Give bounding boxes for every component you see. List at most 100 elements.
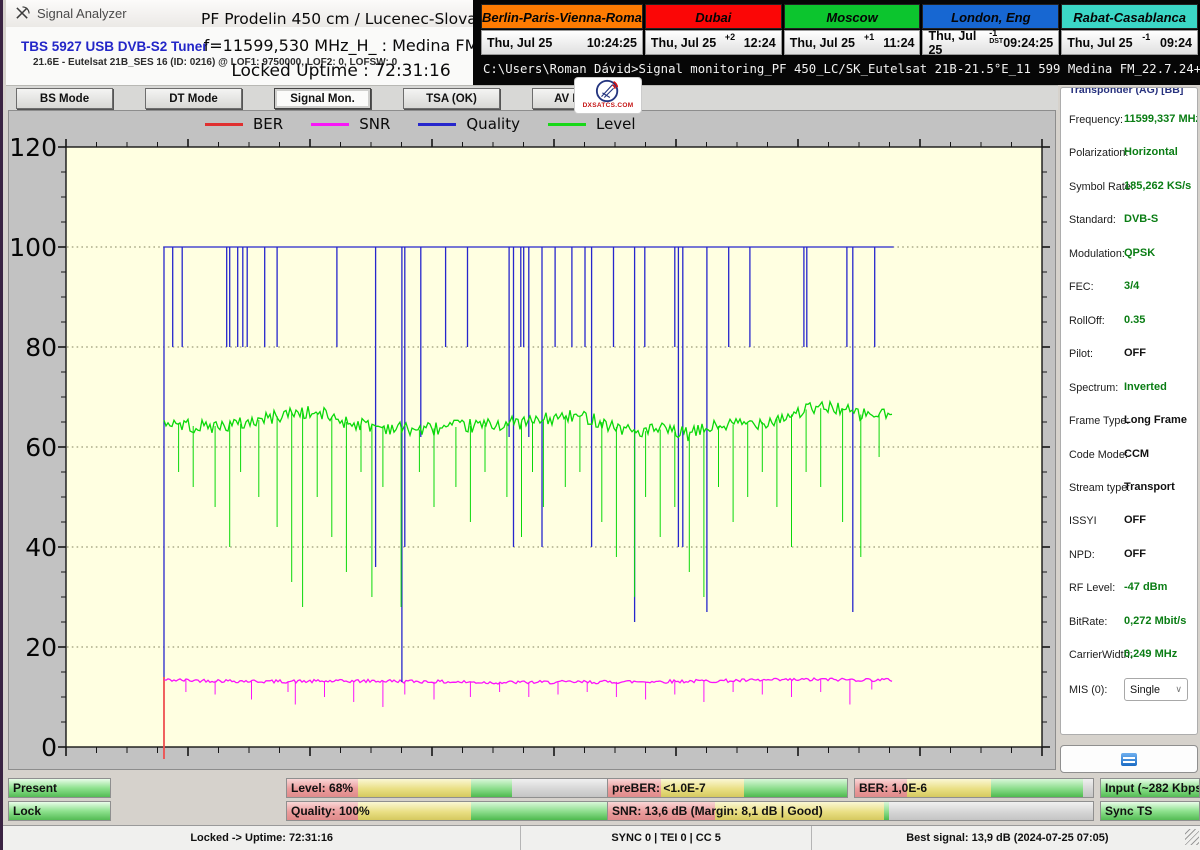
sidebar-row-label: NPD: [1069,548,1095,561]
clock-date: Thu, Jul 25 [1067,35,1133,50]
sidebar-row: Standard: DVB-S [1061,206,1197,239]
sidebar-row: BitRate: 0,272 Mbit/s [1061,608,1197,641]
gauge-segment-green [470,802,609,820]
clock-city-label: London, Eng [922,4,1060,29]
gauge-segment-empty [889,802,1093,820]
sidebar-row: Polarization: Horizontal [1061,139,1197,172]
sidebar-row-value: OFF [1124,347,1146,360]
footer-sync-counters: SYNC 0 | TEI 0 | CC 5 [521,826,812,850]
clock-utc-offset: +2 [724,32,736,42]
satellite-dish-logo-icon [595,79,619,103]
gauge-segment-yellow [357,779,471,797]
sidebar-row-label: Pilot: [1069,348,1094,361]
signal-analyzer-window: Signal Analyzer TBS 5927 USB DVB-S2 Tune… [0,0,1200,850]
locked-uptime-title: Locked Uptime : 72:31:16 [231,61,451,81]
mis-select[interactable]: Single ∨ [1124,678,1188,701]
clock-column: Berlin-Paris-Vienna-Roma Thu, Jul 25 10:24… [481,4,645,56]
clock-column: Moscow Thu, Jul 25 +1 11:24 [783,4,923,56]
legend-line-swatch [547,122,586,126]
stream-list-icon [1121,752,1137,766]
legend-item: Quality [418,115,520,133]
legend-label: Level [595,115,636,133]
gauge-segment-yellow [357,802,471,820]
svg-text:60: 60 [25,433,57,462]
mis-label: MIS (0): [1069,684,1108,696]
resize-grip[interactable] [1185,829,1199,845]
gauge-segment-green [470,779,513,797]
transponder-panel-header: Transponder (AG) [BB] [1069,87,1184,96]
clock-time: 12:24 [743,35,776,50]
tab-signal-mon-[interactable]: Signal Mon. [274,88,371,109]
status-bar-label: Quality: 100% [291,804,370,818]
sidebar-row-label: Standard: [1069,214,1116,227]
sidebar-row-value: OFF [1124,547,1146,560]
clock-utc-offset: +1 [863,32,875,42]
footer-best-signal: Best signal: 13,9 dB (2024-07-25 07:05) [906,832,1109,844]
sync-ts-indicator: Sync TS [1100,801,1200,821]
clock-time-row: Thu, Jul 25 10:24:25 [481,30,643,55]
clock-city-label: Moscow [783,4,921,29]
signal-history-chart: 0 20 40 60 80 100 120 [9,137,1050,762]
tab-bs-mode[interactable]: BS Mode [16,88,113,109]
sidebar-row-label: Spectrum: [1069,381,1119,394]
app-antenna-icon [16,6,30,19]
sidebar-row-label: RF Level: [1069,582,1116,595]
dxsatcs-logo: DXSATCS.COM [575,78,641,113]
sidebar-row: Modulation: QPSK [1061,240,1197,273]
sidebar-row-value: Inverted [1124,380,1167,393]
sidebar-row: RollOff: 0.35 [1061,307,1197,340]
clock-time: 09:24 [1160,35,1193,50]
sidebar-row-label: ISSYI [1069,515,1097,528]
quality-bar: Quality: 100% [286,801,610,821]
sidebar-row-label: Frequency: [1069,114,1124,126]
svg-text:120: 120 [9,137,57,162]
legend-line-swatch [311,122,350,126]
world-clock-panel: Berlin-Paris-Vienna-Roma Thu, Jul 25 10:24… [481,4,1200,57]
sidebar-row: Frame Type: Long Frame [1061,407,1197,440]
sidebar-row-label: Code Mode: [1069,448,1128,461]
clock-time: 10:24:25 [586,35,637,50]
clock-utc-offset: -1 DST [989,27,1004,45]
clock-date: Thu, Jul 25 [789,35,855,50]
sidebar-row-label: BitRate: [1069,615,1108,628]
sidebar-row-value: 11599,337 MHz [1124,113,1198,125]
status-bar-label: Lock [13,804,42,818]
sidebar-row-value: 185,262 KS/s [1124,179,1192,192]
sidebar-row-value: -47 dBm [1124,581,1168,594]
svg-text:40: 40 [25,533,57,562]
sidebar-row: NPD: OFF [1061,541,1197,574]
tab-dt-mode[interactable]: DT Mode [145,88,242,109]
sidebar-row-value: 0.35 [1124,313,1146,326]
stream-list-button[interactable] [1060,745,1198,773]
sidebar-row-label: Polarization: [1069,147,1129,160]
mis-row: MIS (0): Single ∨ [1061,676,1197,709]
gauge-segment-empty [512,779,609,797]
sidebar-row-value: 3/4 [1124,280,1140,293]
sidebar-row: Spectrum: Inverted [1061,374,1197,407]
svg-text:80: 80 [25,333,57,362]
clock-date: Thu, Jul 25 [928,28,977,57]
clock-time-row: Thu, Jul 25 +1 11:24 [783,30,921,55]
input-rate-indicator: Input (~282 Kbps) [1100,778,1200,798]
chevron-down-icon: ∨ [1175,684,1182,694]
sidebar-row-value: OFF [1124,514,1146,527]
ber-bar: BER: 1,0E-6 [854,778,1094,798]
sidebar-row-label: Stream type: [1069,481,1131,494]
sidebar-row: CarrierWidth: 0,249 MHz [1061,641,1197,674]
sidebar-row-value: DVB-S [1124,213,1159,226]
sidebar-row-value: Transport [1124,480,1175,493]
sidebar-row-label: Modulation: [1069,247,1125,260]
tab-tsa-ok-[interactable]: TSA (OK) [403,88,500,109]
status-bar-label: Sync TS [1105,804,1153,818]
sidebar-row: FEC: 3/4 [1061,273,1197,306]
sidebar-row: Frequency: 11599,337 MHz [1061,106,1197,139]
sidebar-row: ISSYI OFF [1061,507,1197,540]
legend-line-swatch [418,122,457,126]
lock-indicator: Lock [8,801,111,821]
legend-line-swatch [205,122,243,126]
sidebar-row: Pilot: OFF [1061,340,1197,373]
mis-selected-value: Single [1130,683,1161,696]
window-title: Signal Analyzer [37,6,127,21]
sidebar-row: Symbol Rate: 185,262 KS/s [1061,173,1197,206]
sidebar-row-value: CCM [1124,447,1150,460]
